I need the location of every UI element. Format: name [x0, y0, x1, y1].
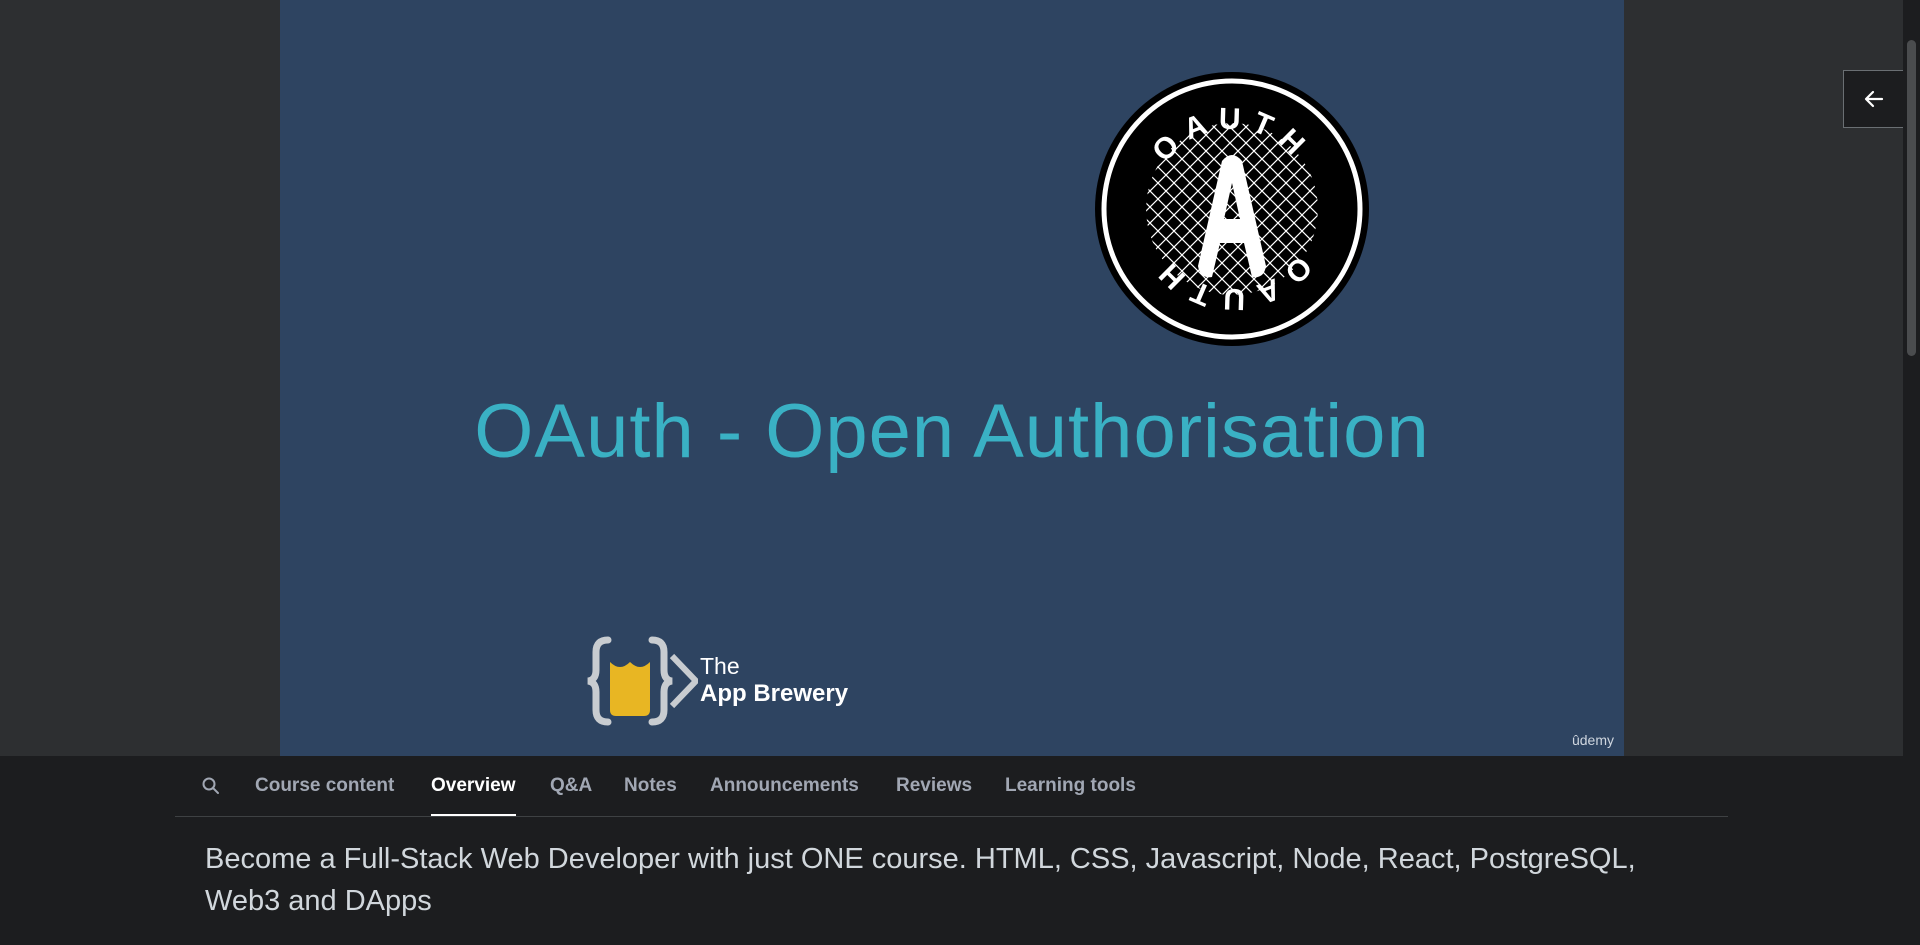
tab-qa[interactable]: Q&A [550, 756, 592, 816]
course-tabs: Course content Overview Q&A Notes Announ… [175, 756, 1728, 817]
arrow-left-icon [1864, 90, 1883, 108]
udemy-watermark: ûdemy [1571, 732, 1614, 748]
tab-learning-tools[interactable]: Learning tools [1005, 756, 1136, 816]
app-brewery-logo [587, 636, 698, 726]
lecture-slide: OAUTH OAUTH OAuth - Open Authorisation T… [280, 0, 1624, 756]
tab-announcements[interactable]: Announcements [710, 756, 859, 816]
course-description: Become a Full-Stack Web Developer with j… [205, 843, 1636, 917]
oauth-logo: OAUTH OAUTH [1095, 72, 1369, 346]
search-icon[interactable] [201, 776, 221, 796]
app-brewery-brand: The App Brewery [586, 636, 886, 726]
brand-line-2: App Brewery [700, 680, 849, 707]
tab-overview[interactable]: Overview [431, 756, 516, 816]
video-player[interactable]: OAUTH OAUTH OAuth - Open Authorisation T… [0, 0, 1903, 756]
scrollbar-thumb[interactable] [1907, 40, 1916, 356]
expand-sidebar-button[interactable] [1843, 70, 1904, 128]
slide-title: OAuth - Open Authorisation [474, 389, 1430, 474]
tab-reviews[interactable]: Reviews [896, 756, 972, 816]
brand-line-1: The [700, 653, 740, 679]
tab-notes[interactable]: Notes [624, 756, 677, 816]
tab-course-content[interactable]: Course content [255, 756, 394, 816]
